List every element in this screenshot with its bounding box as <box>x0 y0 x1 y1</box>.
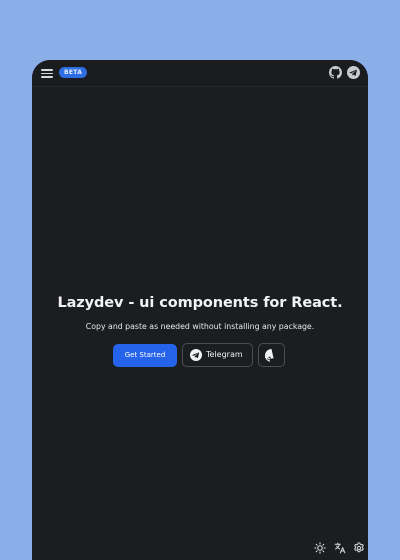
app-window: BETA Lazydev - ui components for React. … <box>32 60 368 560</box>
telegram-button-label: Telegram <box>206 350 243 359</box>
beta-badge: BETA <box>59 67 88 78</box>
gear-icon[interactable] <box>353 542 365 554</box>
telegram-button[interactable]: Telegram <box>182 343 253 367</box>
github-icon[interactable] <box>329 66 342 79</box>
translate-icon[interactable] <box>334 542 346 554</box>
telegram-icon[interactable] <box>347 66 360 79</box>
top-bar: BETA <box>32 60 368 87</box>
menu-icon[interactable] <box>41 67 53 79</box>
page-title: Lazydev - ui components for React. <box>57 295 343 311</box>
telegram-icon <box>190 349 202 361</box>
hero-section: Lazydev - ui components for React. Copy … <box>32 295 368 331</box>
github-icon <box>265 349 274 362</box>
sun-icon[interactable] <box>314 542 326 554</box>
get-started-button[interactable]: Get Started <box>113 344 177 367</box>
page-subtitle: Copy and paste as needed without install… <box>85 322 315 331</box>
github-button[interactable] <box>258 343 285 367</box>
